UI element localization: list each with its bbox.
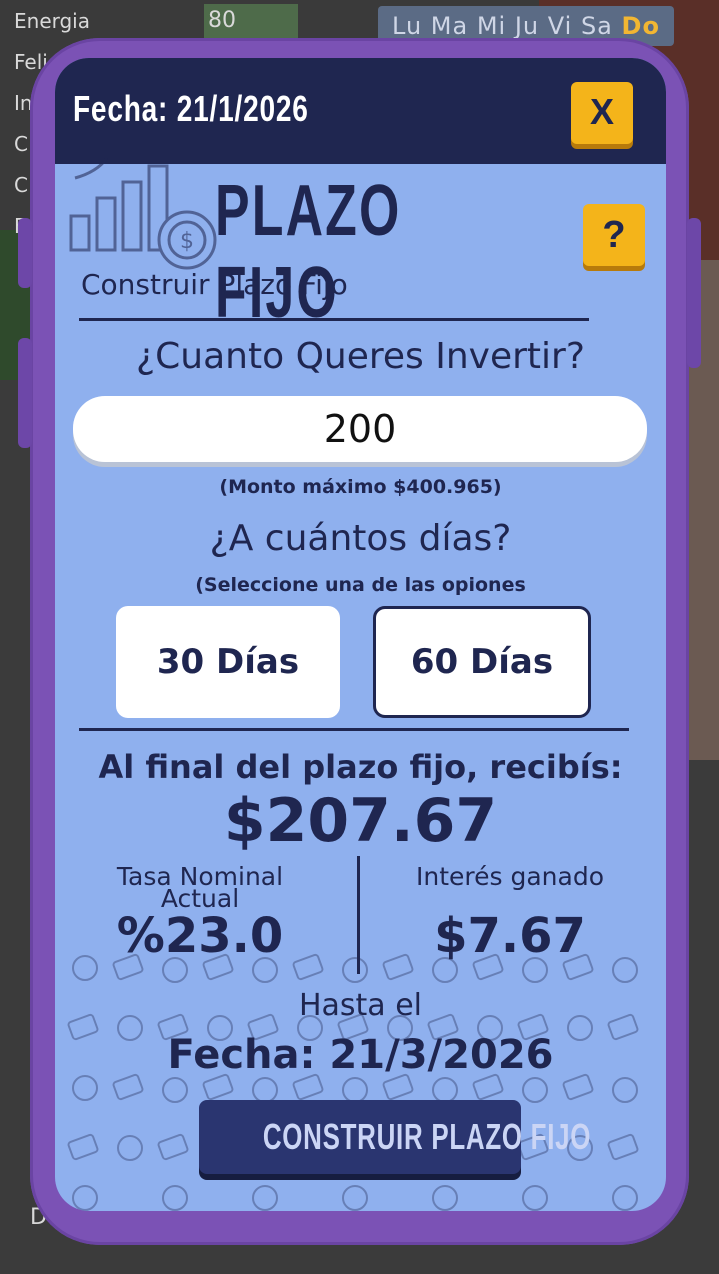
weekday-today: Do — [621, 12, 660, 40]
interest-value: $7.67 — [434, 908, 586, 964]
days-question: ¿A cuántos días? — [209, 518, 512, 559]
stat-value: 80 — [204, 3, 298, 38]
panel-subtitle: Construir Plazo Fijo — [81, 268, 348, 301]
svg-text:$: $ — [180, 229, 194, 254]
option-30-days-button[interactable]: 30 Días — [116, 606, 340, 718]
current-date: Fecha: 21/1/2026 — [73, 88, 309, 129]
phone-side-button — [18, 338, 32, 448]
phone-side-button — [18, 218, 32, 288]
result-value: $207.67 — [223, 786, 498, 856]
until-label: Hasta el — [298, 988, 423, 1023]
column-divider — [357, 856, 360, 974]
max-amount-note: (Monto máximo $400.965) — [219, 476, 502, 498]
build-plazo-fijo-button[interactable]: CONSTRUIR PLAZO FIJO — [199, 1100, 590, 1174]
divider — [79, 728, 629, 731]
weekday-list: Lu Ma Mi Ju Vi Sa — [392, 12, 613, 40]
end-date: Fecha: 21/3/2026 — [167, 1032, 554, 1078]
build-button-label: CONSTRUIR PLAZO FIJO — [262, 1116, 592, 1157]
option-60-days-button[interactable]: 60 Días — [373, 606, 591, 718]
interest-label: Interés ganado — [415, 862, 604, 891]
stat-label: Energia — [14, 8, 90, 33]
days-note: (Seleccione una de las opiones — [195, 574, 526, 596]
rate-label: Tasa Nominal Actual — [116, 862, 284, 913]
phone-side-button — [687, 218, 701, 368]
help-button[interactable]: ? — [583, 204, 645, 266]
result-label: Al final del plazo fijo, recibís: — [98, 748, 623, 786]
invest-question: ¿Cuanto Queres Invertir? — [136, 336, 585, 377]
amount-input[interactable] — [73, 396, 647, 462]
top-bar: Fecha: 21/1/2026 X — [55, 58, 666, 164]
panel-title: PLAZO FIJO — [215, 171, 402, 333]
rate-value: %23.0 — [116, 908, 284, 964]
stat-row: Energia 80 — [0, 0, 300, 41]
divider — [79, 318, 589, 321]
growth-chart-icon: $ — [69, 158, 217, 270]
close-button[interactable]: X — [571, 82, 633, 144]
phone-screen: Fecha: 21/1/2026 X $ PLAZO FIJO ? Constr… — [55, 58, 666, 1211]
